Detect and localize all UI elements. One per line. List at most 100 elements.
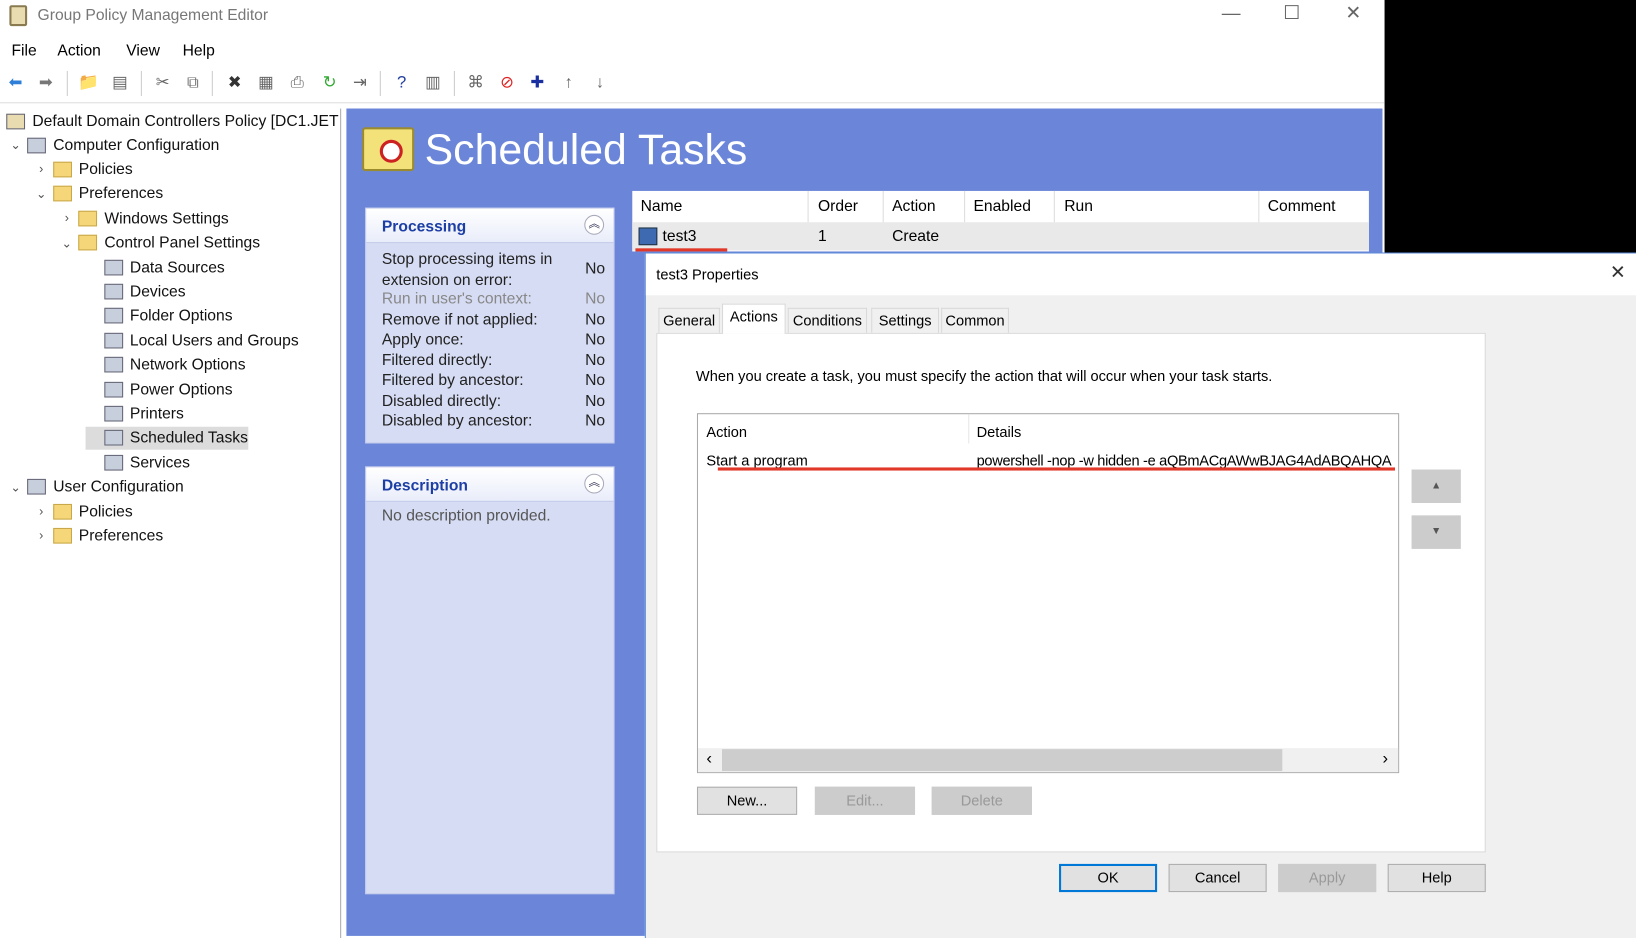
move-down-button[interactable]: ▼ — [1411, 515, 1461, 549]
column-header-action[interactable]: Action — [892, 197, 936, 215]
column-header-run[interactable]: Run — [1064, 197, 1093, 215]
ok-button[interactable]: OK — [1059, 863, 1158, 893]
tree-item[interactable]: Devices — [85, 280, 186, 303]
column-header-details[interactable]: Details — [977, 424, 1022, 441]
chevron-down-icon[interactable]: ⌄ — [8, 480, 23, 495]
menu-file[interactable]: File — [11, 42, 36, 60]
tree-item[interactable]: › Policies — [34, 158, 133, 181]
tree-item[interactable]: › Windows Settings — [59, 207, 229, 230]
chevron-right-icon[interactable]: › — [34, 504, 49, 519]
processing-value: No — [585, 412, 606, 430]
column-divider[interactable] — [882, 190, 884, 223]
tab-actions[interactable]: Actions — [722, 303, 786, 334]
scrollbar-thumb[interactable] — [722, 749, 1283, 772]
menu-action[interactable]: Action — [57, 42, 101, 60]
copy-icon[interactable]: ⧉ — [183, 73, 204, 94]
table-row[interactable]: test3 1 Create — [632, 222, 1369, 252]
show-hide-tree-icon[interactable]: ▤ — [110, 73, 131, 94]
tree-item[interactable]: Folder Options — [85, 304, 233, 327]
add-icon[interactable]: ✚ — [527, 73, 548, 94]
cancel-button[interactable]: Cancel — [1168, 863, 1267, 893]
horizontal-scrollbar[interactable]: ‹ › — [698, 748, 1399, 773]
tree-item[interactable]: Scheduled Tasks — [85, 426, 248, 450]
tree-item[interactable]: ⌄ Computer Configuration — [8, 134, 219, 157]
action-row[interactable]: Start a program powershell -nop -w hidde… — [698, 448, 1398, 471]
tree-item[interactable]: Printers — [85, 402, 184, 425]
tree-item[interactable]: ⌄ User Configuration — [8, 475, 183, 498]
column-header-name[interactable]: Name — [641, 197, 683, 215]
help-button[interactable]: Help — [1387, 863, 1486, 893]
move-down-icon[interactable]: ↓ — [590, 73, 611, 94]
column-divider[interactable] — [968, 414, 970, 444]
tree-item[interactable]: Power Options — [85, 378, 233, 401]
task-action: Create — [892, 227, 940, 246]
xml-icon[interactable]: ⌘ — [465, 73, 486, 94]
tree-item-label: Policies — [78, 502, 133, 521]
export-icon[interactable]: ⇥ — [350, 73, 371, 94]
delete-icon[interactable]: ✖ — [224, 73, 245, 94]
refresh-icon[interactable]: ↻ — [319, 73, 340, 94]
chevron-down-icon[interactable]: ⌄ — [59, 235, 74, 250]
stop-icon[interactable]: ⊘ — [497, 73, 518, 94]
forward-icon[interactable]: ➡ — [35, 73, 56, 94]
data-sources-icon — [103, 259, 123, 275]
chevron-down-icon[interactable]: ⌄ — [8, 138, 23, 153]
chevron-right-icon[interactable]: › — [34, 162, 49, 177]
menu-help[interactable]: Help — [183, 42, 215, 60]
move-up-button[interactable]: ▲ — [1411, 469, 1461, 503]
column-header-order[interactable]: Order — [818, 197, 858, 215]
folder-icon — [52, 503, 72, 520]
tree-item-label: User Configuration — [53, 477, 184, 496]
tree-item[interactable]: › Preferences — [34, 524, 163, 547]
collapse-icon[interactable]: ︽ — [584, 214, 605, 235]
processing-value: No — [585, 391, 606, 410]
properties-icon[interactable]: ▦ — [256, 73, 277, 94]
help-icon[interactable]: ? — [391, 73, 412, 94]
close-button[interactable]: ✕ — [1338, 2, 1369, 24]
tab-conditions[interactable]: Conditions — [787, 307, 868, 333]
folder-icon — [78, 234, 98, 251]
show-action-pane-icon[interactable]: ▥ — [423, 73, 444, 94]
tab-general[interactable]: General — [658, 307, 720, 333]
processing-panel: Processing ︽ Stop processing items in ext… — [365, 207, 615, 444]
column-header-action[interactable]: Action — [706, 424, 747, 441]
print-icon[interactable]: ⎙ — [287, 73, 308, 94]
move-up-icon[interactable]: ↑ — [558, 73, 579, 94]
chevron-right-icon[interactable]: › — [34, 528, 49, 543]
back-icon[interactable]: ⬅ — [5, 73, 26, 94]
new-button[interactable]: New... — [696, 786, 798, 815]
highlight-underline — [635, 248, 728, 252]
tree-item[interactable]: Local Users and Groups — [85, 329, 299, 352]
column-divider[interactable] — [1053, 190, 1055, 223]
chevron-right-icon[interactable]: › — [59, 211, 74, 226]
column-divider[interactable] — [1258, 190, 1260, 223]
scroll-right-arrow[interactable]: › — [1382, 750, 1388, 769]
delete-button[interactable]: Delete — [931, 786, 1032, 815]
tree-root[interactable]: Default Domain Controllers Policy [DC1.J… — [6, 110, 339, 133]
apply-button[interactable]: Apply — [1278, 863, 1377, 893]
tab-common[interactable]: Common — [941, 307, 1009, 333]
maximize-button[interactable]: ☐ — [1276, 2, 1307, 24]
tree-item[interactable]: Services — [85, 451, 190, 474]
minimize-button[interactable]: — — [1216, 2, 1247, 24]
tab-settings[interactable]: Settings — [871, 307, 940, 333]
column-divider[interactable] — [807, 190, 809, 223]
chevron-down-icon[interactable]: ⌄ — [34, 187, 49, 202]
cut-icon[interactable]: ✂ — [152, 73, 173, 94]
tree-item[interactable]: Data Sources — [85, 256, 225, 279]
column-header-comment[interactable]: Comment — [1268, 197, 1336, 215]
menu-view[interactable]: View — [126, 42, 160, 60]
tasks-list: test3 1 Create Name Order Action Enabled Run… — [632, 190, 1369, 252]
tree-item[interactable]: ⌄ Preferences — [34, 182, 163, 205]
column-divider[interactable] — [964, 190, 966, 223]
dialog-close-button[interactable]: ✕ — [1610, 262, 1626, 284]
edit-button[interactable]: Edit... — [814, 786, 916, 815]
collapse-icon[interactable]: ︽ — [584, 473, 605, 494]
scroll-left-arrow[interactable]: ‹ — [706, 750, 712, 769]
column-header-enabled[interactable]: Enabled — [973, 197, 1030, 215]
tree-item[interactable]: ⌄ Control Panel Settings — [59, 231, 261, 254]
tree-item[interactable]: Network Options — [85, 353, 246, 376]
tree-item[interactable]: › Policies — [34, 500, 133, 523]
up-folder-icon[interactable]: 📁 — [78, 73, 99, 94]
tree-item-label: Scheduled Tasks — [129, 429, 248, 447]
